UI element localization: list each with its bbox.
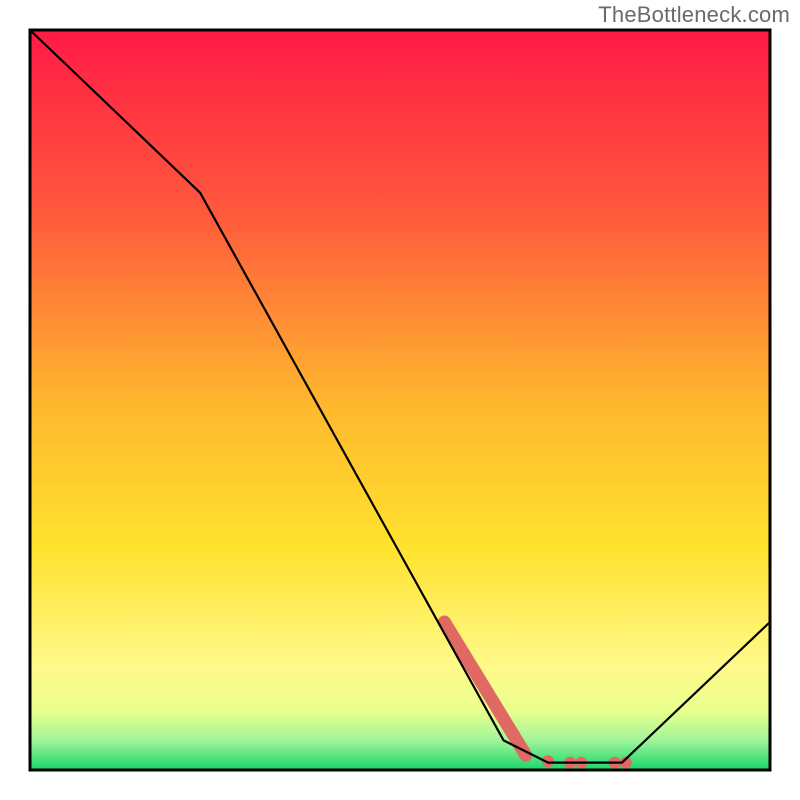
watermark-text: TheBottleneck.com [598,2,790,28]
chart-container: TheBottleneck.com [0,0,800,800]
plot-background [30,30,770,770]
bottleneck-chart [0,0,800,800]
